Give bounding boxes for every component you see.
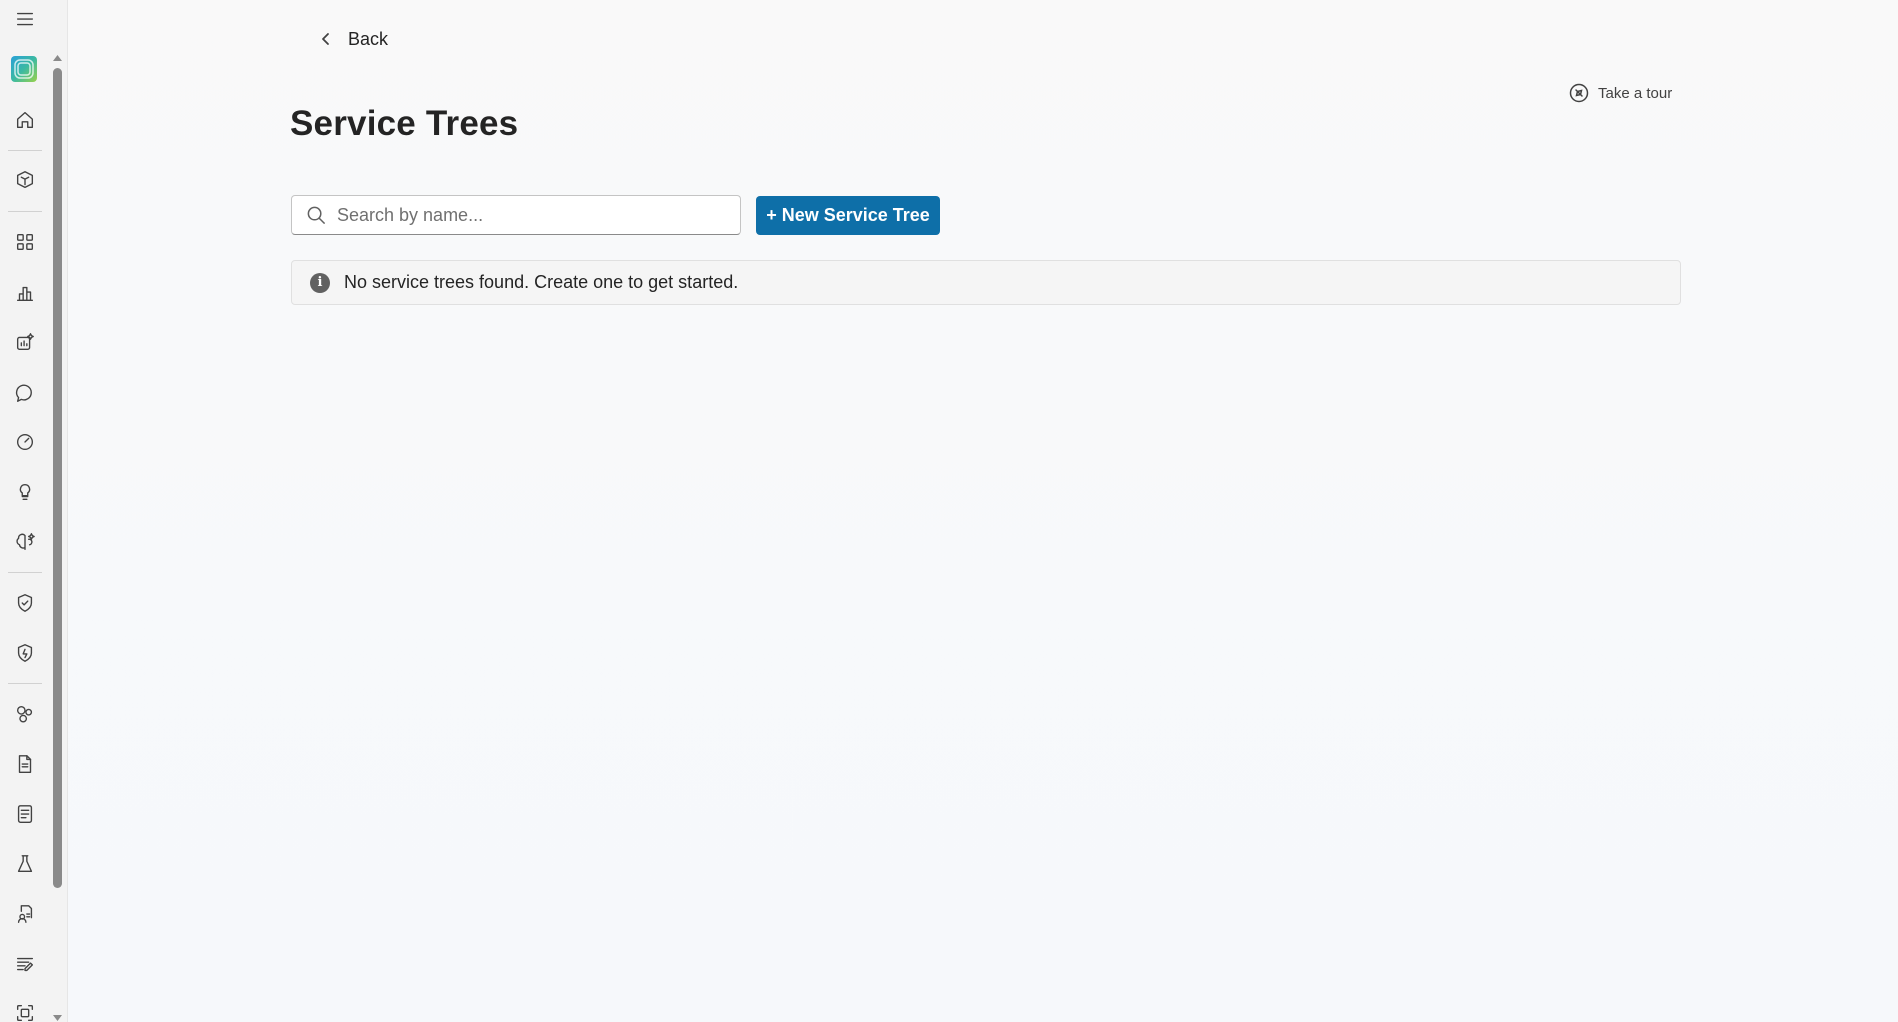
search-input[interactable] — [337, 204, 717, 226]
nav-divider — [8, 150, 42, 151]
left-nav-rail — [0, 0, 68, 1022]
cube-stack-icon[interactable] — [9, 164, 41, 196]
search-icon — [307, 206, 325, 224]
empty-state-text: No service trees found. Create one to ge… — [344, 272, 739, 292]
nav-icon-column — [0, 0, 50, 1022]
back-link[interactable]: Back — [318, 26, 388, 52]
shield-check-icon[interactable] — [9, 587, 41, 619]
info-icon: i — [310, 272, 330, 293]
shapes-icon[interactable] — [9, 698, 41, 730]
take-a-tour-button[interactable]: Take a tour — [1568, 82, 1672, 104]
shield-badge-icon[interactable] — [9, 637, 41, 669]
frame-icon[interactable] — [9, 997, 41, 1022]
apps-grid-icon[interactable] — [9, 226, 41, 258]
gauge-icon[interactable] — [9, 426, 41, 458]
bar-chart-icon[interactable] — [9, 277, 41, 309]
hamburger-menu-icon[interactable] — [9, 3, 41, 35]
brain-sparkle-icon[interactable] — [9, 526, 41, 558]
sparkle-chart-icon[interactable] — [9, 326, 41, 358]
beaker-icon[interactable] — [9, 848, 41, 880]
document-person-icon[interactable] — [9, 898, 41, 930]
empty-state-message-bar: i No service trees found. Create one to … — [291, 260, 1681, 305]
nav-divider — [8, 211, 42, 212]
take-a-tour-label: Take a tour — [1598, 84, 1673, 102]
lightbulb-icon[interactable] — [9, 476, 41, 508]
document-icon[interactable] — [9, 748, 41, 780]
nav-divider — [8, 683, 42, 684]
checklist-document-icon[interactable] — [9, 798, 41, 830]
back-label: Back — [348, 28, 389, 49]
app-logo[interactable] — [11, 56, 37, 82]
compass-icon — [1569, 83, 1589, 103]
nav-divider — [8, 572, 42, 573]
text-edit-icon[interactable] — [9, 948, 41, 980]
search-box[interactable] — [291, 195, 741, 235]
chat-icon[interactable] — [9, 377, 41, 409]
chevron-left-icon — [322, 33, 329, 45]
page-title: Service Trees — [290, 104, 519, 143]
home-icon[interactable] — [9, 104, 41, 136]
nav-scrollbar-thumb[interactable] — [53, 68, 62, 888]
scroll-down-arrow-icon[interactable] — [52, 1010, 63, 1021]
new-service-tree-button[interactable]: + New Service Tree — [756, 196, 940, 235]
scroll-up-arrow-icon[interactable] — [52, 50, 63, 61]
